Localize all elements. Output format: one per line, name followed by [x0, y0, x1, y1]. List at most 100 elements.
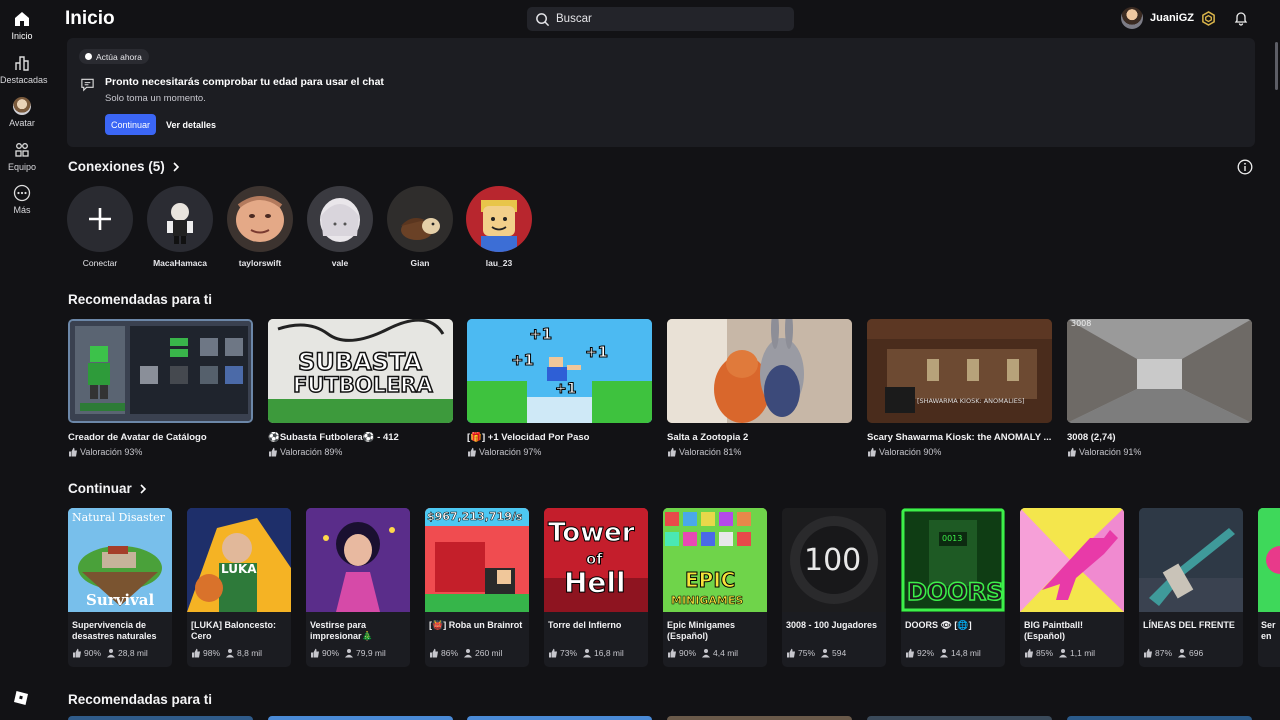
game-thumbnail[interactable]	[1067, 716, 1252, 720]
game-stats: 87% 696	[1139, 644, 1243, 658]
thumbnail-text: $967,213,719/s	[427, 510, 523, 524]
game-card[interactable]: Creador de Avatar de Catálogo Valoración…	[68, 319, 253, 457]
thumbnail-text: Tower	[548, 518, 636, 549]
page-title: Inicio	[65, 8, 115, 29]
recommended-header[interactable]: Recomendadas para ti	[68, 292, 212, 307]
game-card[interactable]: SUBASTA FUTBOLERA ⚽Subasta Futbolera⚽ - …	[268, 319, 453, 457]
rating-value: Valoración 91%	[1079, 447, 1142, 457]
connection-name: vale	[331, 258, 349, 268]
game-thumbnail[interactable]	[467, 716, 652, 720]
game-card[interactable]: Salta a Zootopia 2 Valoración 81%	[667, 319, 852, 457]
game-card[interactable]: Tower of Hell Torre del Infierno 73% 16,…	[544, 508, 648, 667]
players-value: 16,8 mil	[594, 648, 624, 658]
game-rating: Valoración 90%	[867, 447, 1052, 457]
connection-item[interactable]: lau_23	[466, 186, 532, 268]
connection-item[interactable]: Gian	[387, 186, 453, 268]
game-thumbnail[interactable]	[867, 716, 1052, 720]
thumbs-up-icon	[668, 447, 676, 457]
game-card[interactable]: LUKA [LUKA] Baloncesto: Cero 98% 8,8 mil	[187, 508, 291, 667]
rating-value: Valoración 90%	[879, 447, 942, 457]
roblox-logo-icon[interactable]	[13, 690, 29, 706]
robux-icon[interactable]	[1201, 11, 1216, 26]
connection-item[interactable]: MacaHamaca	[147, 186, 213, 268]
details-link[interactable]: Ver detalles	[166, 120, 216, 130]
thumbs-up-icon	[73, 648, 81, 658]
rating-value: 90%	[322, 648, 340, 658]
connection-item[interactable]: vale	[307, 186, 373, 268]
thumbs-up-icon	[906, 648, 914, 658]
bell-icon[interactable]	[1233, 10, 1249, 26]
game-card[interactable]: [SHAWARMA KIOSK: ANOMALIES] Scary Shawar…	[867, 319, 1052, 457]
badge-label: Actúa ahora	[96, 51, 142, 62]
username: JuaniGZ	[1150, 12, 1195, 24]
game-title: Scary Shawarma Kiosk: the ANOMALY ...	[867, 432, 1052, 443]
rating-value: 92%	[917, 648, 935, 658]
players-icon	[107, 649, 116, 658]
game-stats: 75% 594	[782, 644, 886, 658]
connection-item[interactable]: taylorswift	[227, 186, 293, 268]
game-card[interactable]: Natural Disaster Survival Supervivencia …	[68, 508, 172, 667]
continue-button[interactable]: Continuar	[105, 114, 157, 135]
sidebar-item-avatar[interactable]: Avatar	[0, 97, 44, 128]
rating-value: 86%	[441, 648, 459, 658]
game-thumbnail	[306, 508, 410, 612]
sidebar-item-label: Inicio	[11, 31, 33, 41]
avatar-image	[401, 218, 440, 240]
game-rating: Valoración 97%	[467, 447, 652, 457]
recommended-header-2[interactable]: Recomendadas para ti	[68, 692, 212, 707]
game-card[interactable]: +1 +1 +1 +1 [🎁] +1 Velocidad Por Paso Va…	[467, 319, 652, 457]
players-value: 260 mil	[475, 648, 503, 658]
sidebar-item-more[interactable]: Más	[0, 184, 44, 215]
thumbs-up-icon	[1068, 447, 1076, 457]
rating-value: 90%	[679, 648, 697, 658]
game-thumbnail[interactable]	[68, 716, 253, 720]
search-input[interactable]: Buscar	[527, 7, 794, 31]
chat-icon	[81, 78, 94, 92]
game-thumbnail[interactable]	[667, 716, 852, 720]
thumbs-up-icon	[1144, 648, 1152, 658]
paintball-image	[1020, 508, 1124, 612]
thumbnail-text: +1	[510, 351, 535, 370]
game-card[interactable]: Vestirse para impresionar🎄 90% 79,9 mil	[306, 508, 410, 667]
game-card[interactable]: LÍNEAS DEL FRENTE 87% 696	[1139, 508, 1243, 667]
game-card[interactable]: $967,213,719/s [👹] Roba un Brainrot 86% …	[425, 508, 529, 667]
game-title: ⚽Subasta Futbolera⚽ - 412	[268, 432, 399, 443]
game-title: LÍNEAS DEL FRENTE	[1143, 620, 1235, 630]
game-card[interactable]: Ser en	[1258, 508, 1280, 667]
players-icon	[464, 649, 473, 658]
thumbnail-text: +1	[554, 381, 577, 398]
game-card[interactable]: 0013 DOORS DOORS 👁 [🌐] 92% 14,8 mil	[901, 508, 1005, 667]
thumbs-up-icon	[787, 648, 795, 658]
connection-name: lau_23	[485, 258, 513, 268]
players-value: 4,4 mil	[713, 648, 739, 658]
rating-value: 98%	[203, 648, 221, 658]
game-title: Creador de Avatar de Catálogo	[68, 432, 207, 443]
info-icon[interactable]	[1237, 159, 1253, 175]
players-value: 14,8 mil	[951, 648, 981, 658]
thumbs-up-icon	[868, 447, 876, 457]
user-profile[interactable]: JuaniGZ	[1121, 7, 1194, 29]
game-thumbnail[interactable]	[268, 716, 453, 720]
players-value: 79,9 mil	[356, 648, 386, 658]
game-card[interactable]: 3008 3008 (2,74) Valoración 91%	[1067, 319, 1252, 457]
game-card[interactable]: BIG Paintball! (Español) 85% 1,1 mil	[1020, 508, 1124, 667]
sidebar-item-label: Avatar	[9, 118, 35, 128]
players-value: 8,8 mil	[237, 648, 263, 658]
connections-header[interactable]: Conexiones (5)	[68, 159, 181, 174]
game-rating: Valoración 93%	[68, 447, 253, 457]
continue-header[interactable]: Continuar	[68, 481, 148, 496]
scrollbar[interactable]	[1275, 42, 1278, 90]
game-card[interactable]: 100 3008 - 100 Jugadores 75% 594	[782, 508, 886, 667]
game-card[interactable]: EPIC MINIGAMES Epic Minigames (Español) …	[663, 508, 767, 667]
sidebar-item-home[interactable]: Inicio	[0, 10, 44, 41]
rating-value: Valoración 93%	[80, 447, 143, 457]
game-thumbnail	[1258, 508, 1280, 612]
partial-image	[1258, 508, 1280, 612]
thumbs-up-icon	[549, 648, 557, 658]
sidebar-item-party[interactable]: Equipo	[0, 141, 44, 172]
game-thumbnail	[667, 319, 852, 423]
game-stats: 86% 260 mil	[425, 644, 529, 658]
connect-button[interactable]: Conectar	[67, 186, 133, 268]
sidebar-item-charts[interactable]: Destacadas	[0, 54, 48, 85]
avatar-icon	[13, 97, 31, 115]
